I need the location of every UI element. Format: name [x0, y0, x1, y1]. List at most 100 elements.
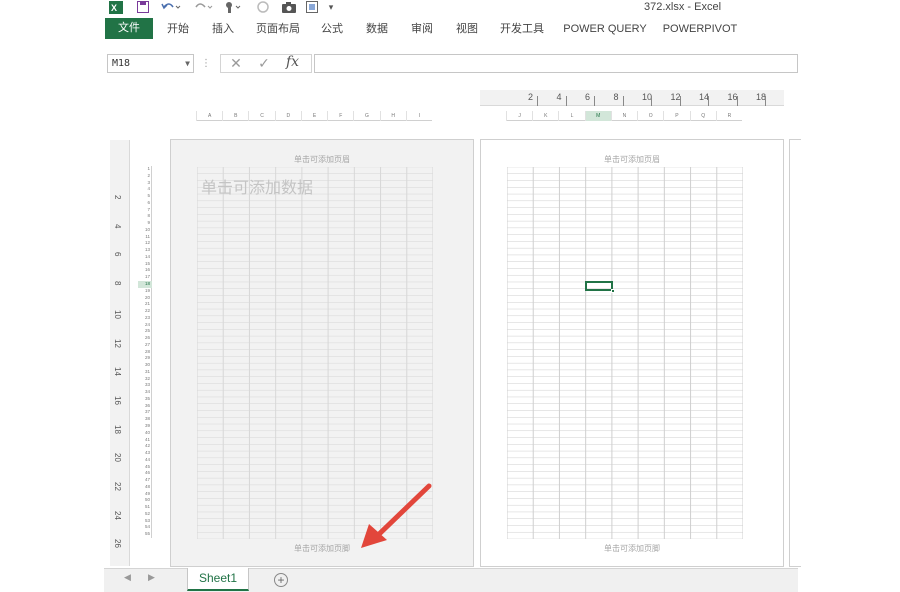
insert-function-button[interactable]: fx [286, 54, 299, 70]
row-header[interactable]: 52 [138, 511, 152, 518]
row-header[interactable]: 18 [138, 280, 152, 288]
row-header[interactable]: 13 [138, 247, 152, 254]
row-header[interactable]: 31 [138, 369, 152, 376]
column-header[interactable]: B [222, 111, 248, 121]
row-header[interactable]: 53 [138, 518, 152, 525]
row-header[interactable]: 6 [138, 200, 152, 207]
scroll-left-icon[interactable]: ◀ [124, 572, 131, 583]
cell-grid[interactable] [507, 167, 743, 539]
tab-developer[interactable]: 开发工具 [496, 19, 548, 39]
row-header[interactable]: 19 [138, 288, 152, 295]
page-header-hint[interactable]: 单击可添加页眉 [171, 154, 473, 165]
row-header[interactable]: 21 [138, 301, 152, 308]
page-footer-hint[interactable]: 单击可添加页脚 [481, 543, 783, 554]
column-header[interactable]: C [248, 111, 274, 121]
tab-insert[interactable]: 插入 [205, 19, 241, 39]
row-header[interactable]: 1 [138, 166, 152, 173]
row-header[interactable]: 23 [138, 315, 152, 322]
column-header[interactable]: K [532, 111, 558, 121]
row-header[interactable]: 48 [138, 484, 152, 491]
row-header[interactable]: 20 [138, 295, 152, 302]
row-header[interactable]: 26 [138, 335, 152, 342]
row-header[interactable]: 36 [138, 403, 152, 410]
fill-handle[interactable] [610, 288, 615, 293]
row-header[interactable]: 54 [138, 524, 152, 531]
row-header[interactable]: 47 [138, 477, 152, 484]
column-header[interactable]: Q [689, 111, 716, 121]
row-header[interactable]: 22 [138, 308, 152, 315]
tab-review[interactable]: 审阅 [404, 19, 440, 39]
page-header-hint[interactable]: 单击可添加页眉 [481, 154, 783, 165]
tab-formulas[interactable]: 公式 [314, 19, 350, 39]
row-header[interactable]: 29 [138, 355, 152, 362]
camera-icon[interactable] [281, 0, 297, 14]
column-header[interactable]: M [584, 111, 611, 121]
row-header[interactable]: 25 [138, 328, 152, 335]
row-header[interactable]: 8 [138, 213, 152, 220]
tab-home[interactable]: 开始 [160, 19, 196, 39]
row-header[interactable]: 30 [138, 362, 152, 369]
column-header[interactable]: I [405, 111, 432, 121]
page-2[interactable]: 单击可添加页眉 单击可添加页脚 [480, 139, 784, 567]
row-header[interactable]: 3 [138, 180, 152, 187]
row-header[interactable]: 2 [138, 173, 152, 180]
name-box[interactable]: M18 ▼ [107, 54, 194, 73]
selected-cell[interactable] [584, 280, 615, 293]
tab-view[interactable]: 视图 [449, 19, 485, 39]
column-header[interactable]: L [558, 111, 584, 121]
row-header[interactable]: 37 [138, 409, 152, 416]
customize-qat-icon[interactable]: ▾ [326, 0, 336, 14]
tab-file[interactable]: 文件 [105, 18, 153, 39]
column-header[interactable]: H [379, 111, 406, 121]
column-header[interactable]: P [663, 111, 689, 121]
column-header[interactable]: F [327, 111, 353, 121]
row-header[interactable]: 49 [138, 491, 152, 498]
row-header[interactable]: 44 [138, 457, 152, 464]
tab-power-query[interactable]: POWER QUERY [560, 19, 650, 39]
circle-icon[interactable] [256, 0, 270, 14]
column-header[interactable]: G [353, 111, 379, 121]
row-header[interactable]: 50 [138, 497, 152, 504]
row-header[interactable]: 7 [138, 207, 152, 214]
row-header[interactable]: 34 [138, 389, 152, 396]
row-header[interactable]: 33 [138, 382, 152, 389]
row-header[interactable]: 14 [138, 254, 152, 261]
row-header[interactable]: 12 [138, 240, 152, 247]
sheet-tab-sheet1[interactable]: Sheet1 [187, 568, 249, 591]
row-header[interactable]: 11 [138, 234, 152, 241]
row-header[interactable]: 17 [138, 274, 152, 281]
tab-powerpivot[interactable]: POWERPIVOT [660, 19, 740, 39]
row-header[interactable]: 41 [138, 437, 152, 444]
row-header[interactable]: 38 [138, 416, 152, 423]
row-header[interactable]: 45 [138, 464, 152, 471]
tab-data[interactable]: 数据 [359, 19, 395, 39]
add-sheet-icon[interactable]: + [274, 573, 288, 587]
row-header[interactable]: 55 [138, 531, 152, 538]
redo-icon[interactable] [192, 0, 214, 14]
row-header[interactable]: 43 [138, 450, 152, 457]
row-header[interactable]: 46 [138, 470, 152, 477]
column-header[interactable]: O [637, 111, 663, 121]
column-header[interactable]: R [715, 111, 742, 121]
column-header[interactable]: J [506, 111, 532, 121]
formula-input[interactable] [314, 54, 798, 73]
row-header[interactable]: 39 [138, 423, 152, 430]
chevron-down-icon[interactable]: ▼ [185, 55, 190, 72]
row-header[interactable]: 35 [138, 396, 152, 403]
row-header[interactable]: 16 [138, 267, 152, 274]
column-header[interactable]: D [274, 111, 301, 121]
row-header[interactable]: 5 [138, 193, 152, 200]
tab-page-layout[interactable]: 页面布局 [252, 19, 304, 39]
row-header[interactable]: 10 [138, 227, 152, 234]
screenshot-icon[interactable] [305, 0, 319, 14]
row-header[interactable]: 42 [138, 443, 152, 450]
scroll-right-icon[interactable]: ▶ [148, 572, 155, 583]
column-header[interactable]: E [300, 111, 327, 121]
column-header[interactable]: A [196, 111, 222, 121]
row-header[interactable]: 15 [138, 261, 152, 268]
row-header[interactable]: 51 [138, 504, 152, 511]
row-header[interactable]: 32 [138, 376, 152, 383]
row-header[interactable]: 4 [138, 186, 152, 193]
row-header[interactable]: 24 [138, 322, 152, 329]
undo-icon[interactable] [160, 0, 182, 14]
